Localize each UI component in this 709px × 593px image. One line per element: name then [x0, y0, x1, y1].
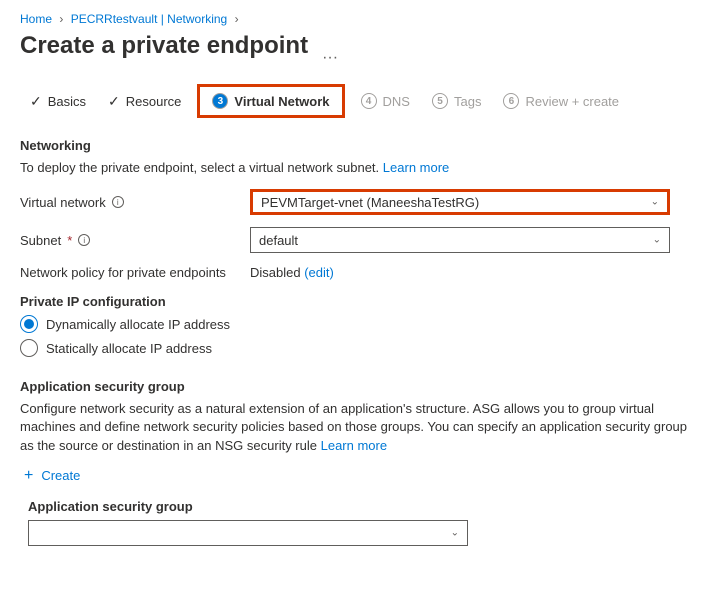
section-heading-ipconfig: Private IP configuration	[20, 294, 689, 309]
step-number-badge: 3	[212, 93, 228, 109]
breadcrumb: Home › PECRRtestvault | Networking ›	[20, 12, 689, 26]
asg-description: Configure network security as a natural …	[20, 400, 689, 455]
tab-dns[interactable]: 4 DNS	[355, 89, 416, 113]
tab-label: DNS	[383, 94, 410, 109]
learn-more-link[interactable]: Learn more	[383, 160, 449, 175]
tab-label: Virtual Network	[234, 94, 329, 109]
breadcrumb-home[interactable]: Home	[20, 12, 52, 26]
tab-vnet-highlight: 3 Virtual Network	[197, 84, 344, 118]
tab-basics[interactable]: ✓ Basics	[24, 89, 92, 114]
policy-label: Network policy for private endpoints	[20, 265, 250, 280]
breadcrumb-sep: ›	[235, 12, 239, 26]
section-heading-networking: Networking	[20, 138, 689, 153]
asg-select[interactable]: ⌄	[28, 520, 468, 546]
radio-label: Dynamically allocate IP address	[46, 317, 230, 332]
vnet-select[interactable]: PEVMTarget-vnet (ManeeshaTestRG) ⌄	[250, 189, 670, 215]
tab-virtual-network[interactable]: 3 Virtual Network	[206, 89, 335, 113]
tab-resource[interactable]: ✓ Resource	[102, 89, 187, 114]
subnet-select[interactable]: default ⌄	[250, 227, 670, 253]
tab-label: Tags	[454, 94, 481, 109]
info-icon[interactable]: i	[112, 196, 124, 208]
radio-icon	[20, 339, 38, 357]
tab-tags[interactable]: 5 Tags	[426, 89, 487, 113]
radio-static-ip[interactable]: Statically allocate IP address	[20, 339, 689, 357]
create-label: Create	[41, 468, 80, 483]
page-title: Create a private endpoint	[20, 32, 308, 60]
subnet-value: default	[259, 233, 298, 248]
learn-more-link[interactable]: Learn more	[321, 438, 387, 453]
chevron-down-icon: ⌄	[651, 197, 659, 208]
chevron-down-icon: ⌄	[451, 527, 459, 538]
radio-dynamic-ip[interactable]: Dynamically allocate IP address	[20, 315, 689, 333]
tab-label: Basics	[48, 94, 86, 109]
radio-icon	[20, 315, 38, 333]
policy-edit-link[interactable]: (edit)	[304, 265, 334, 280]
step-number-badge: 5	[432, 93, 448, 109]
chevron-down-icon: ⌄	[653, 235, 661, 246]
breadcrumb-vault[interactable]: PECRRtestvault | Networking	[71, 12, 228, 26]
vnet-value: PEVMTarget-vnet (ManeeshaTestRG)	[261, 195, 479, 210]
subnet-label: Subnet* i	[20, 233, 250, 248]
create-asg-button[interactable]: + Create	[20, 467, 689, 485]
plus-icon: +	[24, 467, 33, 485]
section-heading-asg: Application security group	[20, 379, 689, 394]
checkmark-icon: ✓	[30, 93, 42, 110]
asg-sub-label: Application security group	[20, 499, 689, 514]
info-icon[interactable]: i	[78, 234, 90, 246]
step-number-badge: 6	[503, 93, 519, 109]
radio-label: Statically allocate IP address	[46, 341, 212, 356]
wizard-tabs: ✓ Basics ✓ Resource 3 Virtual Network 4 …	[20, 84, 689, 118]
networking-description: To deploy the private endpoint, select a…	[20, 159, 689, 177]
breadcrumb-sep: ›	[59, 12, 63, 26]
tab-label: Resource	[126, 94, 182, 109]
checkmark-icon: ✓	[108, 93, 120, 110]
step-number-badge: 4	[361, 93, 377, 109]
tab-label: Review + create	[525, 94, 619, 109]
vnet-label: Virtual network i	[20, 195, 250, 210]
more-actions-icon[interactable]: ···	[322, 49, 338, 67]
policy-value: Disabled (edit)	[250, 265, 670, 280]
tab-review-create[interactable]: 6 Review + create	[497, 89, 625, 113]
